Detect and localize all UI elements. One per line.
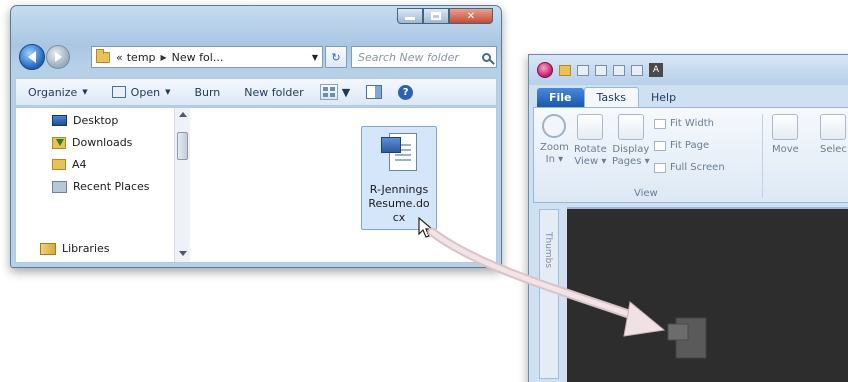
dragged-document-icon <box>667 317 707 359</box>
screenshot-stage: ✕ « temp ▶ New fol... ▼ ↻ Search New fol… <box>0 0 848 382</box>
drag-arrow-icon <box>427 227 666 337</box>
